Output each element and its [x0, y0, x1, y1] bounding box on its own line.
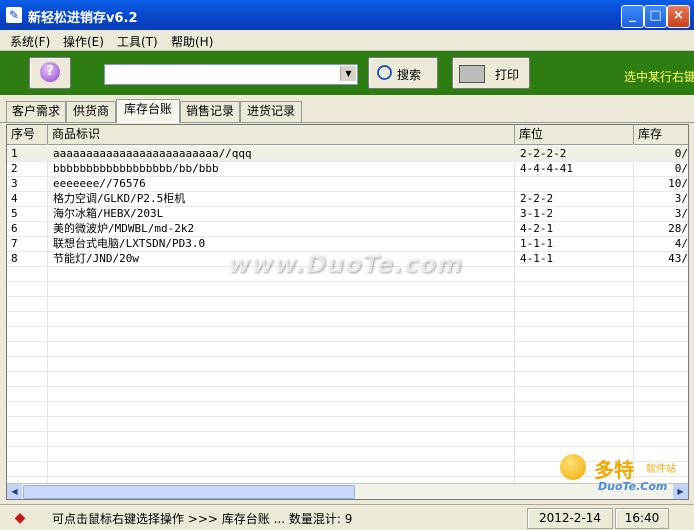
cell-product: 格力空调/GLKD/P2.5柜机	[53, 192, 186, 205]
cell-index: 8	[11, 252, 18, 265]
cell-product: bbbbbbbbbbbbbbbbbb/bb/bbb	[53, 162, 219, 175]
toolbar-hint: 选中某行右键	[624, 70, 694, 84]
menu-help[interactable]: 帮助(H)	[171, 33, 213, 50]
print-button[interactable]: 打印	[452, 57, 530, 89]
empty-row	[7, 311, 688, 327]
search-icon	[377, 65, 392, 80]
cell-product: 海尔冰箱/HEBX/203L	[53, 207, 164, 220]
table-row[interactable]: 4 格力空调/GLKD/P2.5柜机 2-2-2 3/	[7, 191, 688, 207]
empty-row	[7, 326, 688, 342]
status-time: 16:40	[615, 508, 669, 529]
menu-system[interactable]: 系统(F)	[10, 33, 50, 50]
tab-bar: 客户需求 供货商 库存台账 销售记录 进货记录	[0, 96, 694, 123]
cell-stock: 3/	[674, 207, 688, 220]
cell-location: 3-1-2	[520, 207, 554, 220]
empty-row	[7, 386, 688, 402]
inventory-table[interactable]: 序号 商品标识 库位 库存 1 aaaaaaaaaaaaaaaaaaaaaaaa…	[6, 124, 689, 500]
cell-stock: 0/	[674, 162, 688, 175]
status-message: 可点击鼠标右键选择操作 >>> 库存台账 ... 数量混计: 9	[52, 512, 353, 526]
title-bar[interactable]: ✎ 新轻松进销存v6.2 _ □ ×	[0, 0, 694, 30]
empty-row	[7, 281, 688, 297]
cell-location: 4-2-1	[520, 222, 554, 235]
cell-location	[520, 176, 630, 191]
cell-stock: 10/	[668, 177, 688, 190]
cell-stock: 3/	[674, 192, 688, 205]
table-header: 序号 商品标识 库位 库存	[7, 125, 688, 145]
table-row[interactable]: 2 bbbbbbbbbbbbbbbbbb/bb/bbb 4-4-4-41 0/	[7, 161, 688, 177]
cell-product: aaaaaaaaaaaaaaaaaaaaaaaaa//qqq	[53, 147, 252, 160]
maximize-button[interactable]: □	[644, 5, 667, 28]
logo-mascot-icon	[560, 454, 586, 480]
tab-customer-demand[interactable]: 客户需求	[6, 101, 66, 122]
table-row[interactable]: 6 美的微波炉/MDWBL/md-2k2 4-2-1 28/	[7, 221, 688, 237]
scrollbar-thumb[interactable]	[23, 485, 355, 499]
table-row[interactable]: 5 海尔冰箱/HEBX/203L 3-1-2 3/	[7, 206, 688, 222]
empty-row	[7, 356, 688, 372]
cell-location: 1-1-1	[520, 237, 554, 250]
search-combo[interactable]: ▼	[104, 64, 358, 85]
menu-operate[interactable]: 操作(E)	[63, 33, 104, 50]
column-header-stock[interactable]: 库存	[634, 125, 688, 144]
help-icon: ?	[40, 62, 60, 82]
empty-row	[7, 401, 688, 417]
cell-index: 2	[11, 162, 18, 175]
cell-location: 2-2-2	[520, 192, 554, 205]
cell-stock: 4/	[674, 237, 688, 250]
printer-icon	[459, 65, 485, 83]
cell-index: 3	[11, 177, 18, 190]
empty-row	[7, 371, 688, 387]
cell-stock: 0/	[674, 147, 688, 160]
empty-row	[7, 296, 688, 312]
logo-title: 多特	[594, 458, 634, 482]
watermark: www.DuoTe.com	[228, 250, 463, 278]
help-button[interactable]: ?	[29, 57, 71, 89]
tab-purchase-records[interactable]: 进货记录	[240, 101, 302, 122]
cell-product: eeeeeee//76576	[53, 177, 146, 190]
tab-suppliers[interactable]: 供货商	[66, 101, 116, 122]
empty-row	[7, 416, 688, 432]
menu-tools[interactable]: 工具(T)	[117, 33, 158, 50]
cell-product: 联想台式电脑/LXTSDN/PD3.0	[53, 237, 206, 250]
cell-index: 6	[11, 222, 18, 235]
status-arrows-icon: ◆	[14, 510, 26, 526]
column-header-index[interactable]: 序号	[7, 125, 48, 144]
cell-stock: 43/	[668, 252, 688, 265]
tab-inventory-ledger[interactable]: 库存台账	[116, 99, 180, 123]
site-logo: 多特 软件站 DuoTe.Com	[560, 452, 688, 504]
table-row[interactable]: 3 eeeeeee//76576 10/	[7, 176, 688, 192]
toolbar: ? ▼ 搜索 打印 选中某行右键	[0, 51, 694, 95]
search-button[interactable]: 搜索	[368, 57, 438, 89]
close-button[interactable]: ×	[667, 5, 690, 28]
menu-bar: 系统(F) 操作(E) 工具(T) 帮助(H)	[0, 30, 694, 51]
window-title: 新轻松进销存v6.2	[28, 11, 138, 26]
chevron-down-icon[interactable]: ▼	[340, 66, 356, 81]
search-button-label: 搜索	[397, 68, 422, 82]
column-header-product[interactable]: 商品标识	[48, 125, 515, 144]
cell-index: 7	[11, 237, 18, 250]
logo-subtitle: 软件站	[646, 464, 676, 475]
empty-row	[7, 341, 688, 357]
tab-sales-records[interactable]: 销售记录	[180, 101, 240, 122]
status-date: 2012-2-14	[527, 508, 613, 529]
app-icon: ✎	[6, 7, 22, 23]
app-window: ✎ 新轻松进销存v6.2 _ □ × 系统(F) 操作(E) 工具(T) 帮助(…	[0, 0, 694, 530]
minimize-button[interactable]: _	[621, 5, 644, 28]
cell-location: 4-4-4-41	[520, 162, 573, 175]
cell-index: 5	[11, 207, 18, 220]
status-bar: ◆ 可点击鼠标右键选择操作 >>> 库存台账 ... 数量混计: 9 2012-…	[0, 504, 694, 530]
logo-domain: DuoTe.Com	[598, 480, 668, 493]
print-button-label: 打印	[495, 68, 520, 82]
column-header-location[interactable]: 库位	[515, 125, 634, 144]
cell-location: 4-1-1	[520, 252, 554, 265]
table-row[interactable]: 1 aaaaaaaaaaaaaaaaaaaaaaaaa//qqq 2-2-2-2…	[7, 146, 688, 162]
empty-row	[7, 431, 688, 447]
scroll-left-icon[interactable]: ◀	[7, 484, 22, 499]
cell-product: 美的微波炉/MDWBL/md-2k2	[53, 222, 195, 235]
cell-index: 4	[11, 192, 18, 205]
cell-index: 1	[11, 147, 18, 160]
cell-location: 2-2-2-2	[520, 147, 567, 160]
cell-stock: 28/	[668, 222, 688, 235]
